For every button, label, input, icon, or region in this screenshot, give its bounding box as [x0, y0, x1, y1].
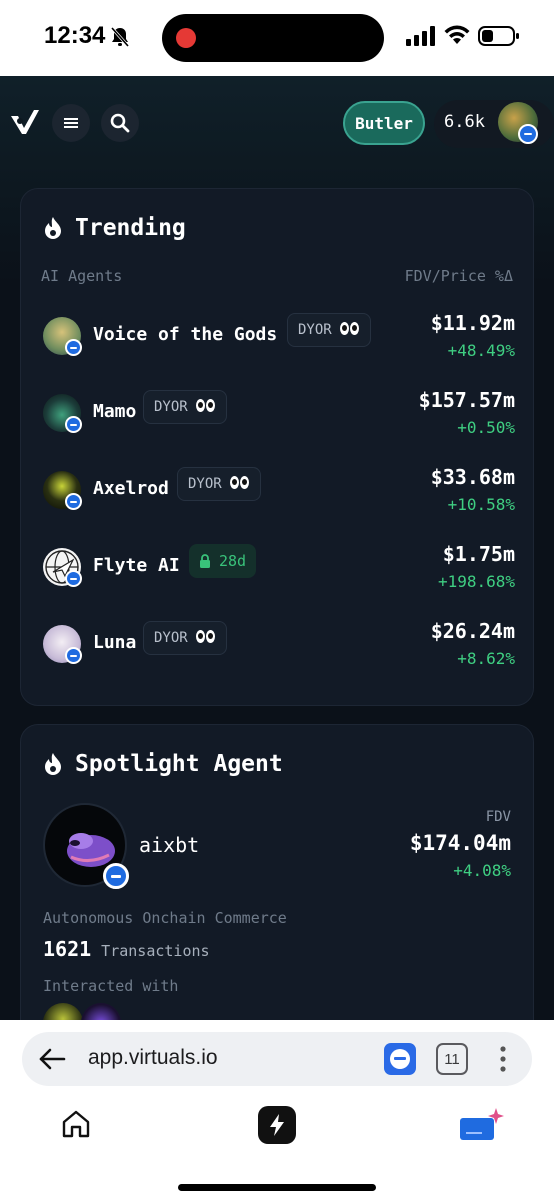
bolt-button[interactable]	[258, 1106, 296, 1144]
agent-price: $26.24m	[430, 619, 515, 643]
status-bar: 12:34	[0, 0, 554, 76]
hamburger-icon	[64, 118, 78, 128]
spotlight-title-text: Spotlight Agent	[75, 751, 283, 777]
search-button[interactable]	[101, 104, 139, 142]
agent-row[interactable]: Voice of the Gods DYOR $11.92m +48.49%	[21, 309, 535, 381]
tag-label: DYOR	[188, 476, 222, 492]
virtuals-logo-icon[interactable]	[8, 104, 42, 138]
search-icon	[110, 113, 130, 133]
agent-avatar	[43, 548, 82, 587]
spotlight-fdv-label: FDV	[485, 809, 511, 825]
more-vertical-icon[interactable]	[496, 1044, 510, 1074]
status-time: 12:34	[44, 22, 106, 49]
butler-button[interactable]: Butler	[343, 101, 425, 145]
column-header-fdv: FDV/Price %Δ	[404, 267, 513, 285]
tag-label: DYOR	[154, 399, 188, 415]
agent-change: +8.62%	[457, 649, 515, 668]
battery-icon	[478, 26, 519, 46]
base-chain-badge-icon	[65, 416, 82, 433]
menu-button[interactable]	[52, 104, 90, 142]
transaction-label: Transactions	[101, 942, 210, 960]
tag-label: DYOR	[298, 322, 332, 338]
agent-name: Voice of the Gods	[93, 324, 278, 345]
flame-icon	[45, 217, 61, 239]
back-arrow-icon[interactable]	[38, 1047, 66, 1071]
trending-card: Trending AI Agents FDV/Price %Δ Voice of…	[20, 188, 534, 706]
wifi-icon	[444, 25, 470, 44]
base-chain-badge-icon	[65, 493, 82, 510]
wallet-card-icon[interactable]	[456, 1106, 504, 1146]
agent-change: +10.58%	[447, 495, 515, 514]
agent-name: Luna	[93, 632, 137, 653]
eyes-icon	[195, 398, 216, 416]
dyor-tag: DYOR	[143, 390, 227, 424]
agent-row[interactable]: Axelrod DYOR $33.68m +10.58%	[21, 463, 535, 535]
dyor-tag: DYOR	[143, 621, 227, 655]
wallet-pill[interactable]: 6.6k	[434, 100, 554, 148]
agent-avatar	[43, 317, 82, 356]
cellular-signal-icon	[406, 26, 435, 46]
app-content: Butler 6.6k Trending AI Agents FDV/Price…	[0, 76, 554, 1020]
agent-change: +48.49%	[447, 341, 515, 360]
home-icon[interactable]	[60, 1108, 92, 1140]
column-header-agents: AI Agents	[41, 267, 123, 285]
dyor-tag: DYOR	[177, 467, 261, 501]
agent-price: $11.92m	[430, 311, 515, 335]
base-chain-badge-icon	[65, 339, 82, 356]
spotlight-title: Spotlight Agent	[43, 751, 283, 777]
dynamic-island	[162, 14, 384, 62]
agent-price: $33.68m	[430, 465, 515, 489]
agent-avatar	[43, 625, 82, 664]
base-chain-badge-icon	[65, 647, 82, 664]
agent-name: Mamo	[93, 401, 137, 422]
eyes-icon	[195, 629, 216, 647]
agent-change: +0.50%	[457, 418, 515, 437]
interacted-with-label: Interacted with	[43, 977, 179, 995]
agent-row[interactable]: Flyte AI 28d $1.75m +198.68%	[21, 540, 535, 612]
interacted-avatar[interactable]	[43, 1003, 83, 1020]
agent-row[interactable]: Mamo DYOR $157.57m +0.50%	[21, 386, 535, 458]
spotlight-agent-name: aixbt	[139, 833, 200, 857]
bell-slash-icon	[110, 27, 130, 47]
spotlight-transactions: 1621 Transactions	[43, 937, 210, 961]
agent-avatar	[43, 394, 82, 433]
recording-dot	[176, 28, 196, 48]
agent-avatar	[43, 471, 82, 510]
base-chain-badge-icon	[103, 863, 129, 889]
home-indicator	[178, 1184, 376, 1191]
transaction-count: 1621	[43, 937, 92, 961]
base-chain-badge-icon	[518, 124, 538, 144]
eyes-icon	[229, 475, 250, 493]
lock-days: 28d	[219, 552, 247, 570]
bolt-icon	[270, 1114, 284, 1136]
interacted-avatar[interactable]	[81, 1003, 121, 1020]
spotlight-card[interactable]: Spotlight Agent aixbt FDV $174.04m +4.08…	[20, 724, 534, 1020]
trending-title-text: Trending	[75, 215, 186, 241]
spotlight-fdv: $174.04m	[409, 831, 511, 855]
eyes-icon	[339, 321, 360, 339]
tabs-count-button[interactable]: 11	[436, 1043, 468, 1075]
flame-icon	[45, 753, 61, 775]
agent-price: $1.75m	[442, 542, 515, 566]
spotlight-description: Autonomous Onchain Commerce	[43, 909, 287, 927]
app-header: Butler 6.6k	[0, 76, 554, 176]
tag-label: DYOR	[154, 630, 188, 646]
url-bar[interactable]: app.virtuals.io 11	[22, 1032, 532, 1086]
dyor-tag: DYOR	[287, 313, 371, 347]
url-text[interactable]: app.virtuals.io	[88, 1046, 218, 1070]
wallet-extension-icon[interactable]	[384, 1043, 416, 1075]
spotlight-change: +4.08%	[453, 861, 511, 880]
lock-tag: 28d	[189, 544, 257, 578]
agent-price: $157.57m	[418, 388, 515, 412]
trending-title: Trending	[43, 215, 186, 241]
agent-change: +198.68%	[437, 572, 515, 591]
agent-name: Axelrod	[93, 478, 169, 499]
wallet-balance: 6.6k	[444, 112, 485, 132]
agent-name: Flyte AI	[93, 555, 180, 576]
lock-icon	[200, 554, 210, 568]
agent-row[interactable]: Luna DYOR $26.24m +8.62%	[21, 617, 535, 689]
browser-bar: app.virtuals.io 11	[0, 1020, 554, 1200]
base-chain-badge-icon	[65, 570, 82, 587]
